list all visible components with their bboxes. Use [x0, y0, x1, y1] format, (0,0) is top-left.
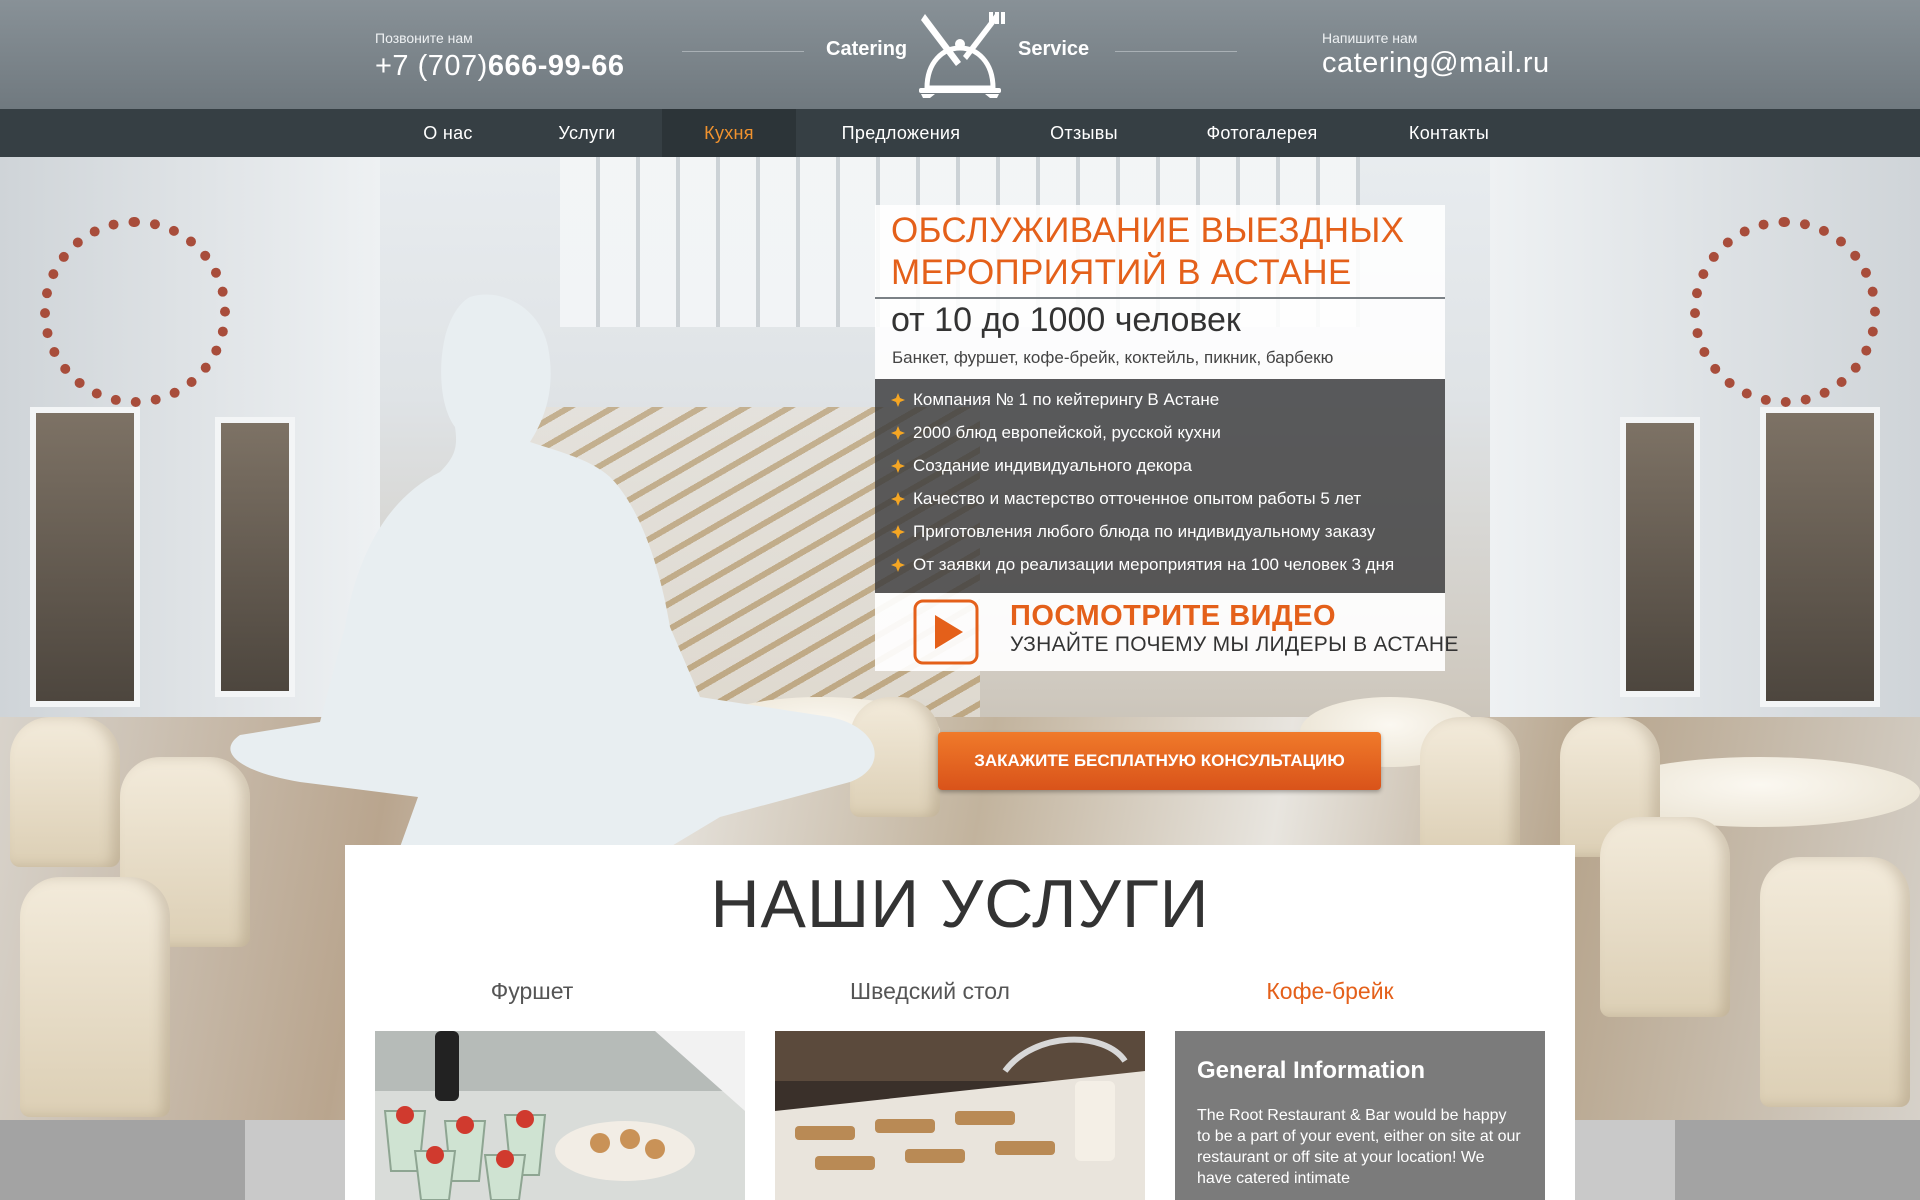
feature-item: Приготовления любого блюда по индивидуал…	[891, 521, 1445, 554]
feature-text: Качество и мастерство отточенное опытом …	[913, 489, 1362, 508]
feature-list: Компания № 1 по кейтерингу В Астане 2000…	[875, 379, 1445, 593]
video-title[interactable]: ПОСМОТРИТЕ ВИДЕО	[1010, 600, 1336, 633]
cloche-fork-knife-icon[interactable]	[915, 10, 1005, 98]
garland-decor	[1690, 217, 1880, 407]
nav-item-services[interactable]: Услуги	[540, 109, 634, 157]
main-nav: О нас Услуги Кухня Предложения Отзывы Фо…	[0, 109, 1920, 157]
phone-main: 666-99-66	[487, 50, 625, 82]
phone-prefix: +7 (707)	[375, 50, 488, 82]
services-title: НАШИ УСЛУГИ	[710, 866, 1210, 942]
service-tab-buffet[interactable]: Фуршет	[347, 978, 717, 1005]
band-accent	[245, 1120, 345, 1200]
star-bullet-icon	[891, 492, 905, 506]
feature-item: Компания № 1 по кейтерингу В Астане	[891, 389, 1445, 422]
waiter-silhouette	[230, 294, 875, 847]
logo-divider-right	[1115, 51, 1237, 52]
phone-block: Позвоните нам +7 (707)666-99-66	[375, 30, 625, 83]
buffet-photo[interactable]	[375, 1031, 745, 1200]
video-subtitle: УЗНАЙТЕ ПОЧЕМУ МЫ ЛИДЕРЫ В АСТАНЕ	[1010, 633, 1459, 656]
chair	[1760, 857, 1910, 1107]
nav-item-kitchen[interactable]: Кухня	[662, 109, 796, 157]
card-divider	[875, 297, 1445, 299]
chair	[20, 877, 170, 1117]
hero-subtitle: от 10 до 1000 человек	[891, 301, 1241, 339]
nav-item-offers[interactable]: Предложения	[830, 109, 972, 157]
header: Позвоните нам +7 (707)666-99-66 Catering…	[0, 0, 1920, 109]
star-bullet-icon	[891, 558, 905, 572]
feature-text: Приготовления любого блюда по индивидуал…	[913, 522, 1376, 541]
chair	[1420, 717, 1520, 857]
swedish-table-photo[interactable]	[775, 1031, 1145, 1200]
logo-text-right[interactable]: Service	[1018, 38, 1089, 61]
hero-event-types: Банкет, фуршет, кофе-брейк, коктейль, пи…	[892, 348, 1334, 367]
info-title: General Information	[1197, 1057, 1426, 1084]
info-text: The Root Restaurant & Bar would be happy…	[1197, 1107, 1521, 1187]
email-block: Напишите нам catering@mail.ru	[1322, 30, 1550, 80]
feature-item: 2000 блюд европейской, русской кухни	[891, 422, 1445, 455]
phone-number[interactable]: +7 (707)666-99-66	[375, 50, 625, 83]
nav-item-gallery[interactable]: Фотогалерея	[1196, 109, 1328, 157]
chair	[1600, 817, 1730, 1017]
hero-title: ОБСЛУЖИВАНИЕ ВЫЕЗДНЫХ МЕРОПРИЯТИЙ В АСТА…	[891, 210, 1441, 294]
feature-item: Создание индивидуального декора	[891, 455, 1445, 488]
service-tab-coffee-break[interactable]: Кофе-брейк	[1145, 978, 1515, 1005]
hall-window	[1760, 407, 1880, 707]
feature-item: От заявки до реализации мероприятия на 1…	[891, 554, 1445, 587]
feature-text: Компания № 1 по кейтерингу В Астане	[913, 390, 1220, 409]
feature-text: 2000 блюд европейской, русской кухни	[913, 423, 1221, 442]
write-label: Напишите нам	[1322, 30, 1418, 46]
buffet-photo-art	[375, 1031, 745, 1200]
hero-title-line1: ОБСЛУЖИВАНИЕ ВЫЕЗДНЫХ	[891, 211, 1405, 250]
band-accent	[1575, 1120, 1675, 1200]
star-bullet-icon	[891, 459, 905, 473]
coffee-break-info-panel: General Information The Root Restaurant …	[1175, 1031, 1545, 1200]
play-icon[interactable]	[913, 599, 979, 665]
nav-item-reviews[interactable]: Отзывы	[1034, 109, 1134, 157]
feature-text: Создание индивидуального декора	[913, 456, 1192, 475]
hall-window	[1620, 417, 1700, 697]
star-bullet-icon	[891, 525, 905, 539]
free-consultation-button[interactable]: ЗАКАЖИТЕ БЕСПЛАТНУЮ КОНСУЛЬТАЦИЮ	[938, 732, 1381, 790]
service-tab-swedish-table[interactable]: Шведский стол	[745, 978, 1115, 1005]
feature-text: От заявки до реализации мероприятия на 1…	[913, 555, 1395, 574]
logo-text-left[interactable]: Catering	[826, 38, 907, 61]
call-label: Позвоните нам	[375, 30, 473, 46]
hero-title-line2: МЕРОПРИЯТИЙ В АСТАНЕ	[891, 253, 1352, 292]
nav-item-about[interactable]: О нас	[406, 109, 490, 157]
email-link[interactable]: catering@mail.ru	[1322, 47, 1550, 80]
star-bullet-icon	[891, 426, 905, 440]
logo-divider-left	[682, 51, 804, 52]
swedish-table-photo-art	[775, 1031, 1145, 1200]
nav-item-contacts[interactable]: Контакты	[1394, 109, 1504, 157]
feature-item: Качество и мастерство отточенное опытом …	[891, 488, 1445, 521]
star-bullet-icon	[891, 393, 905, 407]
